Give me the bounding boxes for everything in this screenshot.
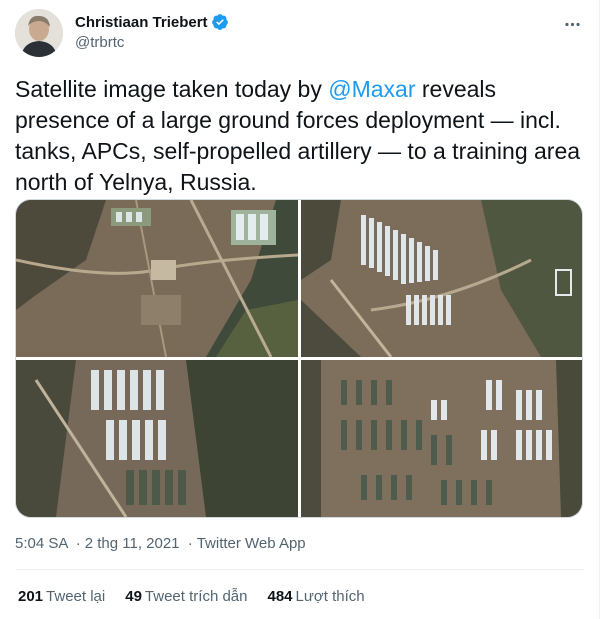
- more-options-icon[interactable]: [560, 14, 584, 34]
- tweet-stats: 201 Tweet lại 49 Tweet trích dẫn 484 Lượt t…: [18, 588, 365, 605]
- likes-stat[interactable]: 484 Lượt thích: [267, 588, 364, 605]
- avatar-photo: [15, 9, 63, 57]
- tweet-text-before: Satellite image taken today by: [15, 76, 329, 102]
- mention-link[interactable]: @Maxar: [328, 76, 415, 102]
- meta-separator: ·: [187, 535, 193, 552]
- verified-badge-icon: [211, 13, 229, 31]
- satellite-image-4[interactable]: [301, 360, 582, 517]
- tweet-meta: 5:04 SA · 2 thg 11, 2021 · Twitter Web App: [15, 535, 306, 552]
- satellite-image-1[interactable]: [16, 200, 298, 357]
- author-avatar[interactable]: [15, 9, 63, 57]
- likes-label: Lượt thích: [295, 588, 365, 605]
- tweet-time[interactable]: 5:04 SA: [15, 535, 68, 552]
- tweet-text: Satellite image taken today by @Maxar re…: [15, 74, 590, 198]
- retweets-count: 201: [18, 588, 44, 605]
- quotes-label: Tweet trích dẫn: [144, 588, 248, 605]
- right-border: [599, 0, 600, 619]
- tweet-source[interactable]: Twitter Web App: [197, 535, 306, 552]
- divider: [15, 569, 584, 570]
- quotes-stat[interactable]: 49 Tweet trích dẫn: [125, 588, 247, 605]
- media-grid: [15, 199, 583, 518]
- satellite-image-3[interactable]: [16, 360, 298, 517]
- author-handle[interactable]: @trbrtc: [75, 34, 124, 51]
- meta-separator: ·: [75, 535, 81, 552]
- author-name[interactable]: Christiaan Triebert: [75, 14, 208, 31]
- author-name-row[interactable]: Christiaan Triebert: [75, 13, 229, 31]
- retweets-stat[interactable]: 201 Tweet lại: [18, 588, 105, 605]
- likes-count: 484: [267, 588, 293, 605]
- quotes-count: 49: [125, 588, 142, 605]
- retweets-label: Tweet lại: [46, 588, 106, 605]
- tweet-date[interactable]: 2 thg 11, 2021: [85, 535, 180, 552]
- satellite-image-2[interactable]: [301, 200, 582, 357]
